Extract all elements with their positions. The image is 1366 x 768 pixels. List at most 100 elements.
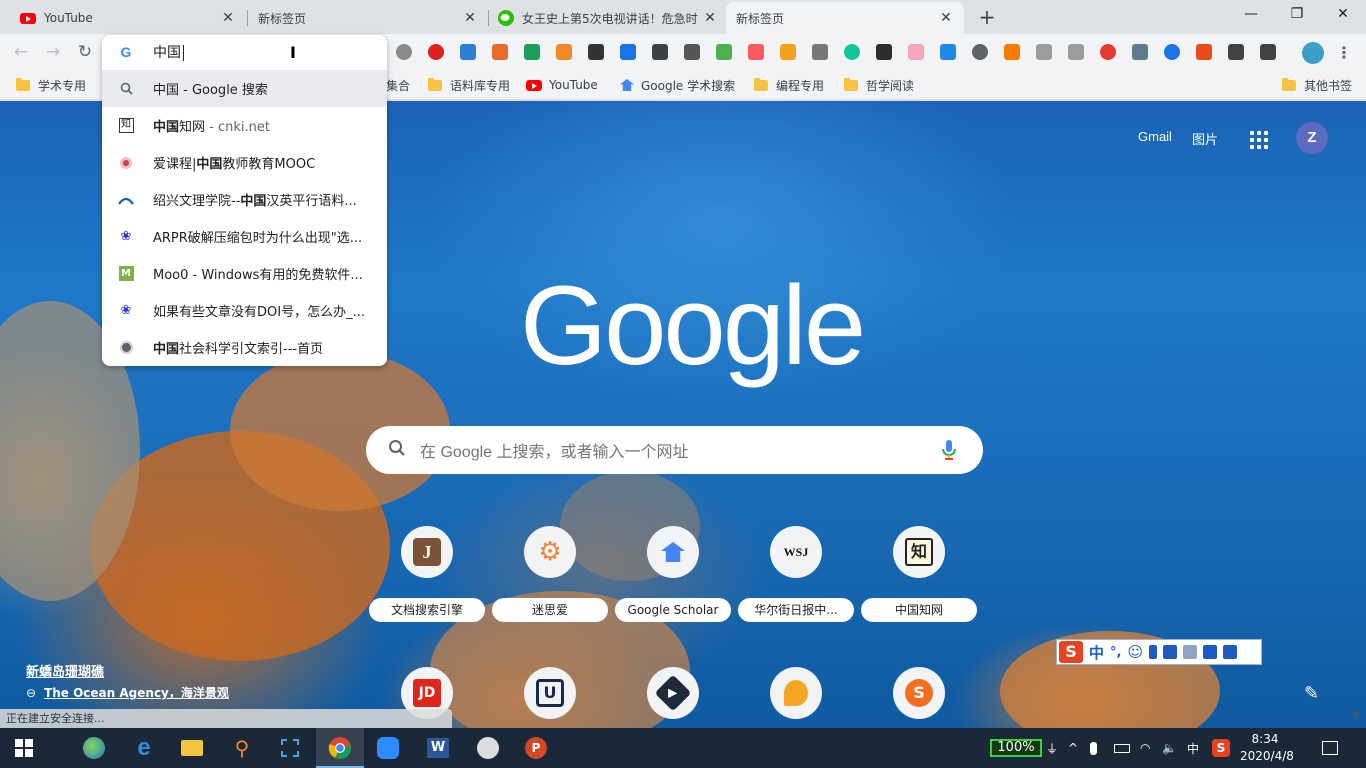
- extension-icon[interactable]: [1196, 44, 1212, 60]
- customize-pencil-icon[interactable]: ✎: [1304, 683, 1319, 704]
- user-icon[interactable]: [1183, 645, 1198, 659]
- omnibox-suggestion[interactable]: 中国 - Google 搜索: [102, 70, 387, 107]
- globe-app-icon[interactable]: [80, 734, 108, 762]
- extension-icon[interactable]: [940, 44, 956, 60]
- shortcut-tile[interactable]: U: [492, 667, 608, 728]
- keyboard-icon[interactable]: [1163, 645, 1178, 659]
- background-source[interactable]: ⊖ The Ocean Agency，海洋景观: [26, 684, 229, 701]
- bookmark-google-scholar[interactable]: Google 学术搜索: [620, 76, 735, 94]
- extension-icon[interactable]: [1068, 44, 1084, 60]
- extension-icon[interactable]: [1260, 44, 1276, 60]
- edge-icon[interactable]: e: [130, 734, 158, 762]
- emoji-icon[interactable]: ☺: [1127, 643, 1143, 661]
- microphone-icon[interactable]: [1149, 645, 1158, 659]
- microphone-icon[interactable]: [942, 440, 956, 464]
- scholar-extension-icon[interactable]: [620, 44, 636, 60]
- omnibox-suggestion[interactable]: M Moo0 - Windows有用的免费软件...: [102, 255, 387, 292]
- extension-icon[interactable]: [876, 44, 892, 60]
- bookmark-folder[interactable]: 哲学阅读: [844, 76, 914, 94]
- system-clock[interactable]: 8:34 2020/4/8: [1240, 731, 1294, 765]
- address-bar[interactable]: G 中国: [102, 35, 387, 69]
- new-tab-button[interactable]: +: [974, 6, 1000, 30]
- mask-extension-icon[interactable]: [588, 44, 604, 60]
- tray-icon[interactable]: ⏚: [1046, 728, 1058, 768]
- tab-wechat-article[interactable]: 女王史上第5次电视讲话！危急时 ✕: [488, 2, 728, 34]
- extension-icon[interactable]: [812, 44, 828, 60]
- microphone-icon[interactable]: [1090, 728, 1097, 768]
- windows-start-icon[interactable]: [10, 734, 38, 762]
- extension-icon[interactable]: [716, 44, 732, 60]
- chrome-icon[interactable]: [326, 734, 354, 762]
- extension-icon[interactable]: [396, 44, 412, 60]
- other-bookmarks[interactable]: 其他书签: [1282, 76, 1352, 94]
- gmail-link[interactable]: Gmail: [1138, 129, 1172, 144]
- maximize-button[interactable]: ❐: [1274, 0, 1320, 30]
- profile-avatar-icon[interactable]: [1302, 42, 1324, 64]
- extension-icon[interactable]: [908, 44, 924, 60]
- extension-icon[interactable]: [460, 44, 476, 60]
- qr-code-icon[interactable]: [684, 44, 700, 60]
- extension-icon[interactable]: [652, 44, 668, 60]
- battery-icon[interactable]: [1114, 728, 1130, 768]
- shortcut-tile[interactable]: Google Scholar: [615, 526, 731, 630]
- grid-icon[interactable]: [1223, 645, 1238, 659]
- account-avatar[interactable]: Z: [1296, 122, 1328, 154]
- search-app-icon[interactable]: ⚲: [228, 734, 256, 762]
- grammarly-icon[interactable]: [844, 44, 860, 60]
- extension-icon[interactable]: [1004, 44, 1020, 60]
- bookmark-folder[interactable]: 语料库专用: [428, 76, 510, 94]
- zoom-search-icon[interactable]: [972, 44, 988, 60]
- shortcut-tile[interactable]: J 文档搜索引擎: [369, 526, 485, 630]
- bookmark-folder[interactable]: 学术专用: [16, 76, 86, 94]
- omnibox-suggestion[interactable]: 爱课程|中国教师教育MOOC: [102, 144, 387, 181]
- skin-icon[interactable]: [1203, 645, 1218, 659]
- close-window-button[interactable]: ✕: [1320, 0, 1366, 30]
- graduation-app-icon[interactable]: [474, 734, 502, 762]
- opera-extension-icon[interactable]: [428, 44, 444, 60]
- bookmark-folder[interactable]: 集合: [386, 76, 410, 94]
- snipping-tool-icon[interactable]: [276, 734, 304, 762]
- omnibox-suggestion[interactable]: ❀ ARPR破解压缩包时为什么出现"选...: [102, 218, 387, 255]
- shortcut-tile[interactable]: [738, 667, 854, 728]
- close-tab-icon[interactable]: ✕: [462, 10, 478, 26]
- background-title-link[interactable]: 新蟜岛珊瑚礁: [26, 661, 104, 680]
- sogou-tray-icon[interactable]: S: [1212, 728, 1230, 768]
- close-tab-icon[interactable]: ✕: [938, 10, 954, 26]
- location-pin-icon[interactable]: [1100, 44, 1116, 60]
- close-tab-icon[interactable]: ✕: [220, 10, 236, 26]
- omnibox-suggestion[interactable]: 中国社会科学引文索引---首页: [102, 329, 387, 366]
- word-icon[interactable]: W: [424, 734, 452, 762]
- extension-icon[interactable]: [1036, 44, 1052, 60]
- powerpoint-icon[interactable]: P: [522, 734, 550, 762]
- scroll-down-arrow-icon[interactable]: ▼: [1352, 711, 1359, 721]
- minimize-button[interactable]: —: [1228, 0, 1274, 30]
- extension-icon[interactable]: [524, 44, 540, 60]
- extension-icon[interactable]: [1228, 44, 1244, 60]
- rss-icon[interactable]: [780, 44, 796, 60]
- close-tab-icon[interactable]: ✕: [702, 10, 718, 26]
- translate-icon[interactable]: [1164, 44, 1180, 60]
- zoom-icon[interactable]: [374, 734, 402, 762]
- shortcut-tile[interactable]: WSJ 华尔街日报中...: [738, 526, 854, 630]
- omnibox-suggestion[interactable]: 知 中国知网 - cnki.net: [102, 107, 387, 144]
- shortcut-tile[interactable]: S: [861, 667, 977, 728]
- tab-youtube[interactable]: YouTube ✕: [10, 2, 246, 34]
- tab-new-tab-active[interactable]: 新标签页 ✕: [726, 2, 964, 34]
- input-language[interactable]: 中: [1187, 728, 1199, 768]
- bookmark-folder[interactable]: 编程专用: [754, 76, 824, 94]
- battery-indicator[interactable]: 100%: [990, 739, 1042, 757]
- apps-grid-icon[interactable]: [1250, 131, 1268, 149]
- ime-punctuation[interactable]: °,: [1110, 645, 1121, 660]
- images-link[interactable]: 图片: [1192, 129, 1218, 148]
- shortcut-tile[interactable]: ⚙ 迷思爱: [492, 526, 608, 630]
- forward-button[interactable]: →: [42, 41, 64, 63]
- bookmark-youtube[interactable]: YouTube: [526, 76, 598, 94]
- ime-mode[interactable]: 中: [1089, 642, 1104, 663]
- reload-button[interactable]: ↻: [74, 41, 96, 63]
- tab-new-tab-1[interactable]: 新标签页 ✕: [248, 2, 488, 34]
- shield-icon[interactable]: [1132, 44, 1148, 60]
- chevron-up-icon[interactable]: ^: [1068, 728, 1078, 768]
- omnibox-suggestion[interactable]: ❀ 如果有些文章没有DOI号，怎么办_...: [102, 292, 387, 329]
- chrome-menu-icon[interactable]: ⋮: [1336, 40, 1352, 66]
- search-box[interactable]: 在 Google 上搜索，或者输入一个网址: [366, 426, 983, 474]
